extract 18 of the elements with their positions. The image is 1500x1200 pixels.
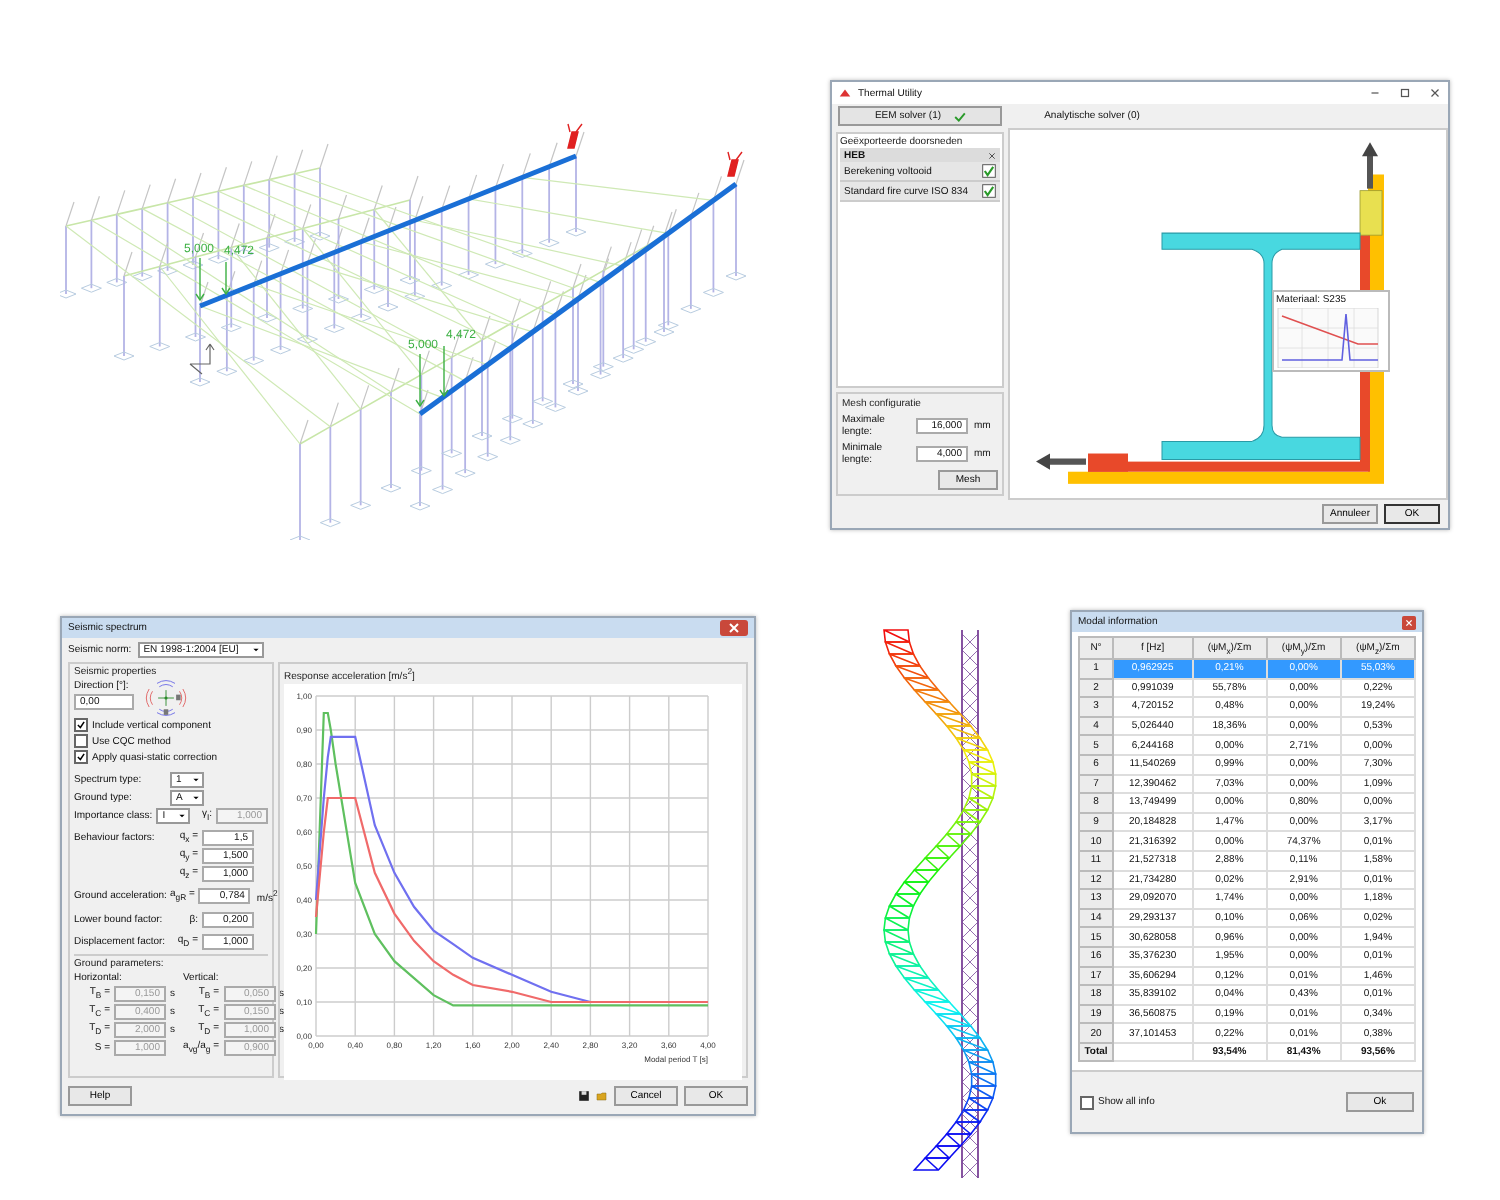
caret-icon — [192, 776, 200, 784]
check-icon — [76, 720, 86, 730]
close-icon[interactable] — [720, 620, 748, 636]
app-logo-icon — [838, 86, 852, 100]
close-icon[interactable] — [1428, 86, 1442, 100]
folder-icon[interactable] — [596, 1090, 608, 1102]
close-icon[interactable] — [988, 151, 996, 159]
check-icon — [953, 111, 966, 121]
check-icon — [76, 752, 86, 762]
minimize-icon[interactable] — [1368, 86, 1382, 100]
save-icon[interactable] — [578, 1090, 590, 1102]
maximize-icon[interactable] — [1398, 86, 1412, 100]
direction-icon — [142, 680, 190, 716]
status-checkbox[interactable] — [982, 164, 996, 178]
status-checkbox[interactable] — [982, 184, 996, 198]
caret-icon — [178, 812, 187, 820]
caret-icon — [192, 794, 200, 802]
caret-icon — [251, 646, 260, 654]
